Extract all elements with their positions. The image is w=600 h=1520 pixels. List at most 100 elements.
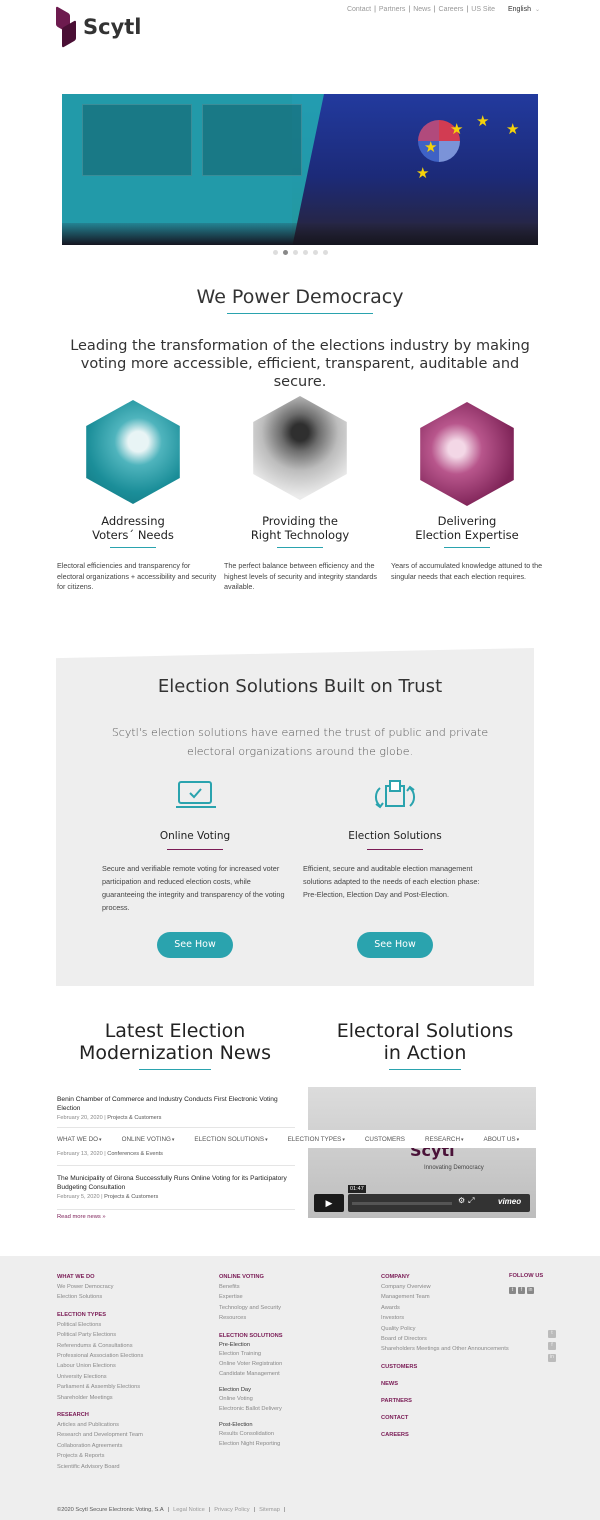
slider-dot[interactable] <box>322 250 328 255</box>
video-progress-track[interactable] <box>352 1202 452 1205</box>
nav-customers[interactable]: CUSTOMERS <box>365 1136 405 1143</box>
trust-lead: Scytl's election solutions have earned t… <box>111 726 489 758</box>
play-icon[interactable]: ▶ <box>314 1194 344 1212</box>
main-navigation: WHAT WE DO▾ ONLINE VOTING▾ ELECTION SOLU… <box>0 1130 600 1148</box>
twitter-icon[interactable]: t <box>509 1287 516 1294</box>
linkedin-icon[interactable]: in <box>527 1287 534 1294</box>
sitemap-link[interactable]: Sitemap <box>259 1507 280 1513</box>
footer-heading[interactable]: CAREERS <box>381 1431 541 1440</box>
slider-dot[interactable] <box>302 250 308 255</box>
news-item[interactable]: Benin Chamber of Commerce and Industry C… <box>57 1095 295 1121</box>
footer-link[interactable]: We Power Democracy <box>57 1282 207 1292</box>
news-category[interactable]: Projects & Customers <box>104 1194 158 1200</box>
footer-heading[interactable]: PARTNERS <box>381 1397 541 1406</box>
scytl-logo[interactable]: Scytl <box>56 5 142 49</box>
slider-dot[interactable] <box>272 250 278 255</box>
top-link-us-site[interactable]: US Site <box>471 6 495 13</box>
read-more-news-link[interactable]: Read more news » <box>57 1214 106 1220</box>
footer-link[interactable]: Collaboration Agreements <box>57 1441 207 1451</box>
video-settings-icons[interactable]: ⚙⤢ <box>458 1196 478 1206</box>
nav-election-solutions[interactable]: ELECTION SOLUTIONS▾ <box>194 1136 267 1143</box>
see-how-election-solutions-button[interactable]: See How <box>357 932 433 958</box>
footer-link[interactable]: Election Training <box>219 1349 369 1359</box>
footer-link[interactable]: Scientific Advisory Board <box>57 1462 207 1472</box>
slider-dot[interactable] <box>312 250 318 255</box>
news-category[interactable]: Projects & Customers <box>107 1115 161 1121</box>
footer-link[interactable]: Shareholder Meetings <box>57 1393 207 1403</box>
feature-underline <box>277 547 323 548</box>
footer-heading[interactable]: NEWS <box>381 1380 541 1389</box>
footer-link[interactable]: Political Elections <box>57 1320 207 1330</box>
footer-link[interactable]: Electronic Ballot Delivery <box>219 1404 369 1414</box>
news-title[interactable]: The Municipality of Girona Successfully … <box>57 1174 295 1192</box>
footer-link[interactable]: Labour Union Elections <box>57 1361 207 1371</box>
footer-link[interactable]: Technology and Security <box>219 1303 369 1313</box>
footer-heading[interactable]: WHAT WE DO <box>57 1273 207 1282</box>
footer-link[interactable]: Shareholders Meetings and Other Announce… <box>381 1344 541 1354</box>
nav-about-us[interactable]: ABOUT US▾ <box>484 1136 520 1143</box>
top-link-news[interactable]: News <box>413 6 431 13</box>
footer-link[interactable]: Articles and Publications <box>57 1420 207 1430</box>
footer-heading[interactable]: RESEARCH <box>57 1411 207 1420</box>
video-player[interactable]: Scytl Innovating Democracy 01:47 ▶ ⚙⤢ vi… <box>308 1087 536 1218</box>
footer-link[interactable]: Referendums & Consultations <box>57 1341 207 1351</box>
top-link-careers[interactable]: Careers <box>439 6 464 13</box>
footer-link[interactable]: Online Voting <box>219 1394 369 1404</box>
footer-link[interactable]: Investors <box>381 1313 541 1323</box>
footer-heading[interactable]: CUSTOMERS <box>381 1363 541 1372</box>
nav-online-voting[interactable]: ONLINE VOTING▾ <box>122 1136 175 1143</box>
nav-election-types[interactable]: ELECTION TYPES▾ <box>288 1136 345 1143</box>
legal-notice-link[interactable]: Legal Notice <box>173 1507 205 1513</box>
nav-research[interactable]: RESEARCH▾ <box>425 1136 464 1143</box>
footer-link[interactable]: Political Party Elections <box>57 1330 207 1340</box>
footer-link[interactable]: Awards <box>381 1303 541 1313</box>
brand-name: Scytl <box>83 15 142 39</box>
footer-link[interactable]: Expertise <box>219 1292 369 1302</box>
language-selector[interactable]: English ⌄ <box>508 6 540 13</box>
footer-link[interactable]: Candidate Management <box>219 1369 369 1379</box>
top-link-contact[interactable]: Contact <box>347 6 371 13</box>
nav-what-we-do[interactable]: WHAT WE DO▾ <box>57 1136 102 1143</box>
footer-heading[interactable]: ONLINE VOTING <box>219 1273 369 1282</box>
footer-link[interactable]: Results Consolidation <box>219 1429 369 1439</box>
footer-subheading[interactable]: Election Day <box>219 1386 369 1394</box>
footer-heading[interactable]: ELECTION TYPES <box>57 1311 207 1320</box>
footer-link[interactable]: Research and Development Team <box>57 1430 207 1440</box>
scytl-logo-mark-icon <box>56 5 78 49</box>
chevron-down-icon: ⌄ <box>534 7 540 13</box>
slider-dot[interactable] <box>292 250 298 255</box>
footer-link[interactable]: Professional Association Elections <box>57 1351 207 1361</box>
trust-panel <box>56 648 534 986</box>
top-link-partners[interactable]: Partners <box>379 6 405 13</box>
facebook-icon[interactable]: f <box>518 1287 525 1294</box>
slider-dot-active[interactable] <box>282 250 288 255</box>
eu-star-icon: ★ <box>506 121 520 138</box>
footer-link[interactable]: Projects & Reports <box>57 1451 207 1461</box>
footer-link[interactable]: Online Voter Registration <box>219 1359 369 1369</box>
facebook-icon[interactable]: f <box>548 1342 556 1350</box>
linkedin-icon[interactable]: in <box>548 1354 556 1362</box>
footer-link[interactable]: Board of Directors <box>381 1334 541 1344</box>
privacy-policy-link[interactable]: Privacy Policy <box>214 1507 249 1513</box>
news-item[interactable]: February 13, 2020 | Conferences & Events <box>57 1149 295 1157</box>
twitter-icon[interactable]: t <box>548 1330 556 1338</box>
footer-link[interactable]: Election Night Reporting <box>219 1439 369 1449</box>
news-title[interactable]: Benin Chamber of Commerce and Industry C… <box>57 1095 295 1113</box>
footer-link[interactable]: University Elections <box>57 1372 207 1382</box>
see-how-online-voting-button[interactable]: See How <box>157 932 233 958</box>
news-item[interactable]: The Municipality of Girona Successfully … <box>57 1174 295 1200</box>
footer-link[interactable]: Quality Policy <box>381 1324 541 1334</box>
footer-heading[interactable]: CONTACT <box>381 1414 541 1423</box>
footer-subheading[interactable]: Post-Election <box>219 1421 369 1429</box>
footer-link[interactable]: Parliament & Assembly Elections <box>57 1382 207 1392</box>
footer-subheading[interactable]: Pre-Election <box>219 1341 369 1349</box>
news-category[interactable]: Conferences & Events <box>107 1151 163 1157</box>
footer-heading[interactable]: ELECTION SOLUTIONS <box>219 1332 369 1341</box>
footer-link[interactable]: Resources <box>219 1313 369 1323</box>
vimeo-logo[interactable]: vimeo <box>498 1197 521 1206</box>
eu-star-icon: ★ <box>476 113 490 130</box>
footer-link[interactable]: Election Solutions <box>57 1292 207 1302</box>
hero-slider[interactable]: ★ ★ ★ ★ ★ <box>62 94 538 245</box>
laptop-check-icon <box>176 781 216 808</box>
footer-link[interactable]: Benefits <box>219 1282 369 1292</box>
